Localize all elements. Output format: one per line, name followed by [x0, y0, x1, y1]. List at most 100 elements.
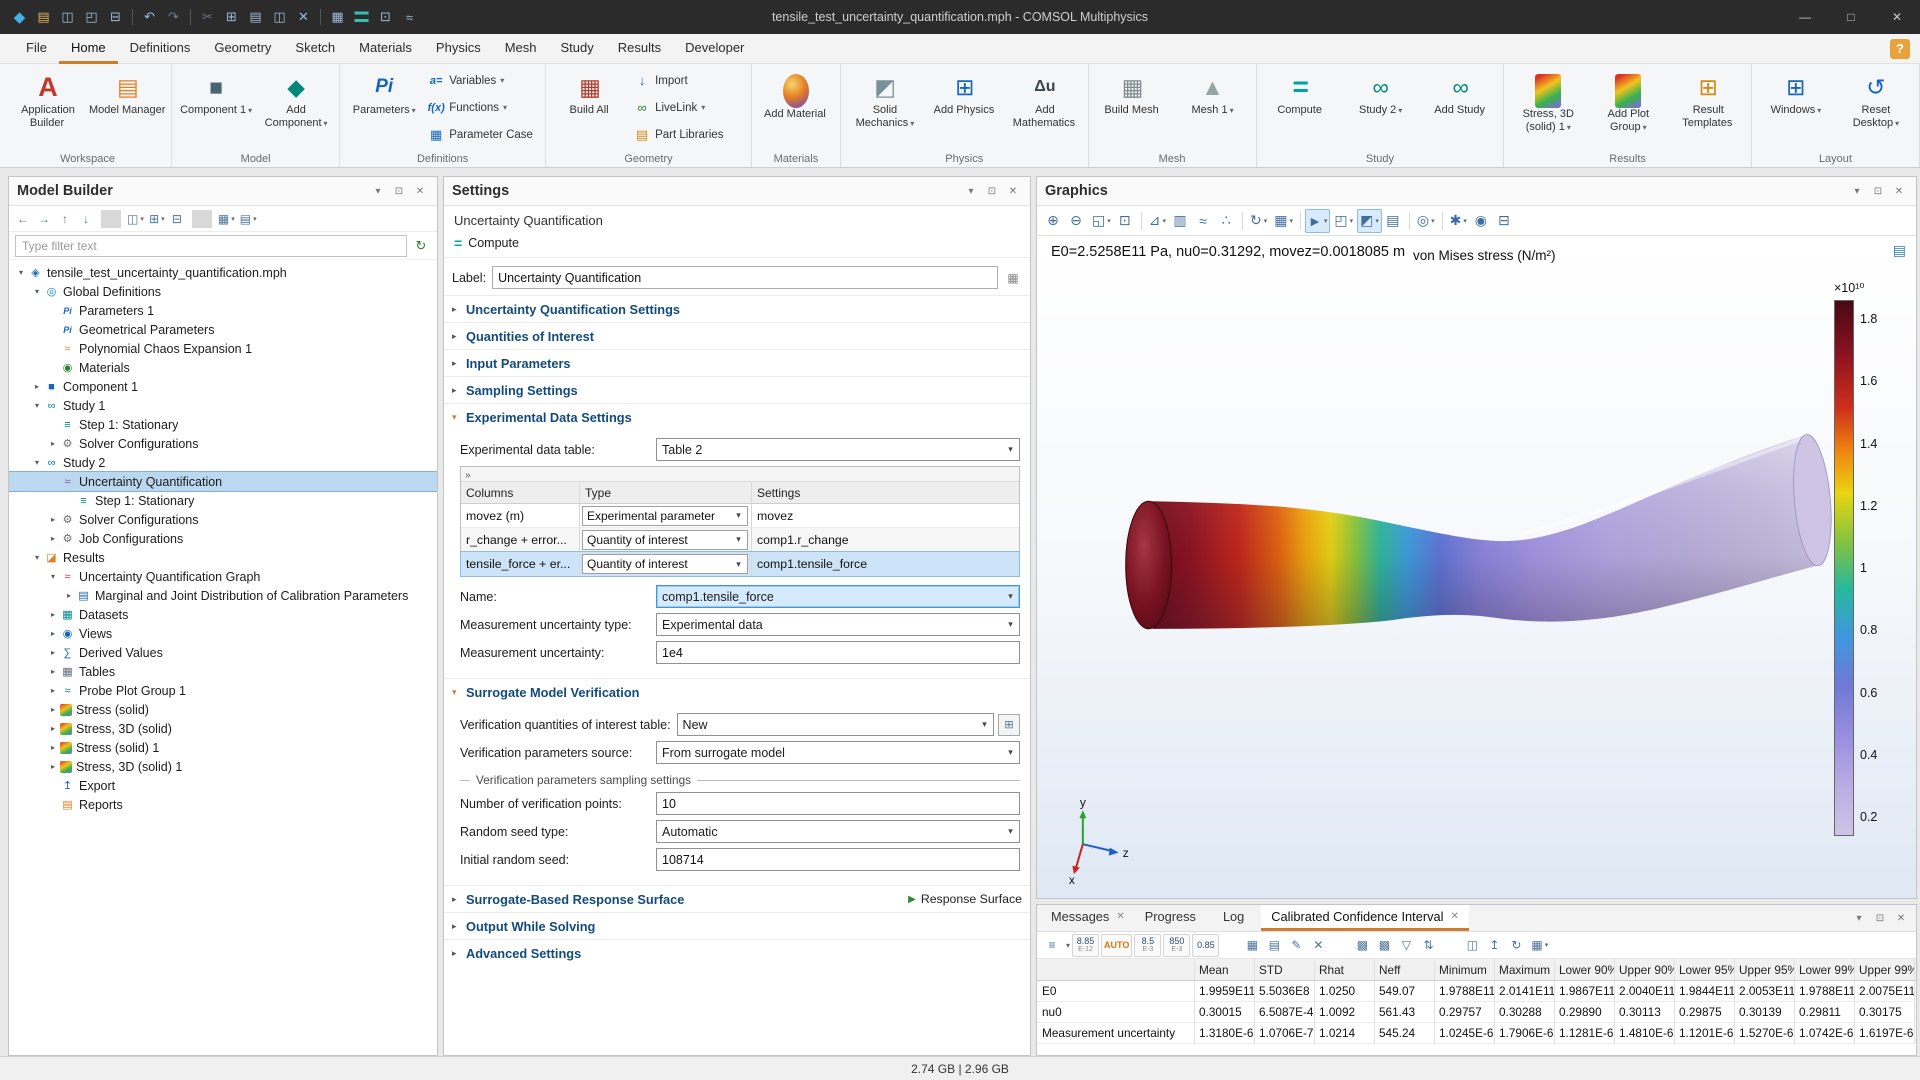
tree-item[interactable]: ≡ Step 1: Stationary: [9, 491, 437, 510]
tree-item[interactable]: ≡ Step 1: Stationary: [9, 415, 437, 434]
undo-icon[interactable]: ↶: [138, 5, 161, 29]
panel-float-icon[interactable]: ⊡: [1869, 182, 1887, 200]
tree-expand-arrow[interactable]: ▾: [31, 401, 43, 410]
tree-item[interactable]: ▸ ▤ Marginal and Joint Distribution of C…: [9, 586, 437, 605]
result-column-header[interactable]: Neff: [1375, 959, 1435, 980]
menu-item[interactable]: Geometry: [202, 34, 283, 64]
menu-item[interactable]: File: [14, 34, 59, 64]
redo-icon[interactable]: ↷: [162, 5, 185, 29]
tree-item[interactable]: ▾ ◪ Results: [9, 548, 437, 567]
import-button[interactable]: ↓ Import: [631, 67, 747, 94]
save-as-icon[interactable]: ◰: [80, 5, 103, 29]
move-down-icon[interactable]: ↓: [77, 209, 97, 229]
expand-all-icon[interactable]: ⊞▾: [147, 209, 167, 229]
back-icon[interactable]: ←: [14, 209, 34, 229]
tree-filter-input[interactable]: [15, 235, 407, 257]
sep[interactable]: [1442, 212, 1443, 230]
go-to-view-icon[interactable]: ⊿▾: [1146, 209, 1169, 233]
verification-table-select[interactable]: New: [677, 713, 994, 736]
precision-decimal-button[interactable]: 0.85: [1192, 934, 1219, 957]
result-table-row[interactable]: nu0 0.300156.5087E-41.0092561.430.297570…: [1037, 1002, 1916, 1023]
label-edit-icon[interactable]: ▦: [1004, 269, 1022, 287]
tree-expand-arrow[interactable]: ▸: [47, 743, 59, 752]
reset-desktop-button[interactable]: ↺ Reset Desktop▾: [1837, 67, 1915, 149]
seed-type-select[interactable]: Automatic: [656, 820, 1020, 843]
precision-auto-button[interactable]: AUTO: [1101, 934, 1132, 957]
zoom-box-icon[interactable]: ◱▾: [1089, 209, 1114, 233]
type-select[interactable]: Quantity of interest: [582, 554, 748, 574]
experimental-data-row[interactable]: movez (m) Experimental parameter movez: [461, 504, 1019, 528]
tree-item[interactable]: ▸ ∑ Derived Values: [9, 643, 437, 662]
visibility-icon[interactable]: ◎▾: [1414, 209, 1438, 233]
table-icon[interactable]: ▦: [1243, 935, 1263, 955]
uncertainty-type-select[interactable]: Experimental data: [656, 613, 1020, 636]
edit-icon[interactable]: ✎: [1287, 935, 1307, 955]
print-graphics-icon[interactable]: ⊟: [1494, 209, 1516, 233]
settings-section-header[interactable]: Quantities of Interest: [444, 322, 1030, 349]
add-mathematics-button[interactable]: Δu Add Mathematics: [1006, 67, 1084, 149]
table-settings-icon[interactable]: ▦▾: [1529, 935, 1550, 955]
sep[interactable]: [190, 9, 191, 25]
refresh-table-icon[interactable]: ↻: [1507, 935, 1527, 955]
settings-section-header[interactable]: Advanced Settings: [444, 939, 1030, 966]
forward-icon[interactable]: →: [35, 209, 55, 229]
model-settings-icon[interactable]: ▤▾: [238, 209, 259, 229]
show-options-icon[interactable]: ◫▾: [125, 209, 146, 229]
result-column-header[interactable]: Lower 95%: [1675, 959, 1735, 980]
tree-expand-arrow[interactable]: ▾: [15, 268, 27, 277]
tree-item[interactable]: ≈ Uncertainty Quantification: [9, 472, 437, 491]
close-button[interactable]: ✕: [1874, 0, 1920, 34]
tree-expand-arrow[interactable]: ▾: [31, 458, 43, 467]
compute-button[interactable]: = Compute: [1262, 67, 1340, 149]
refresh-filter-icon[interactable]: ↻: [411, 236, 431, 256]
tree-expand-arrow[interactable]: ▸: [47, 648, 59, 657]
settings-section-header[interactable]: Output While Solving: [444, 912, 1030, 939]
menu-item[interactable]: Materials: [347, 34, 424, 64]
tree-item[interactable]: ↥ Export: [9, 776, 437, 795]
panel-menu-icon[interactable]: ▾: [962, 182, 980, 200]
panel-close-icon[interactable]: ✕: [1892, 909, 1910, 927]
tree-expand-arrow[interactable]: ▸: [47, 705, 59, 714]
sep[interactable]: [1141, 212, 1142, 230]
tree-item[interactable]: ◉ Materials: [9, 358, 437, 377]
plot-line-icon[interactable]: ≈: [1193, 209, 1215, 233]
add-material-button[interactable]: Add Material: [757, 67, 835, 149]
scene-settings-icon[interactable]: ✱▾: [1447, 209, 1470, 233]
tree-item[interactable]: ▸ ▦ Tables: [9, 662, 437, 681]
select-mode-icon[interactable]: ►▾: [1305, 209, 1330, 233]
print-icon[interactable]: ⊟: [104, 5, 127, 29]
tree-item[interactable]: ▾ ≈ Uncertainty Quantification Graph: [9, 567, 437, 586]
tree-expand-arrow[interactable]: ▸: [47, 610, 59, 619]
tree-item[interactable]: ▸ ■ Component 1: [9, 377, 437, 396]
bottom-tab[interactable]: Calibrated Confidence Interval ✕: [1261, 905, 1469, 931]
menu-item[interactable]: Sketch: [283, 34, 347, 64]
panel-float-icon[interactable]: ⊡: [1871, 909, 1889, 927]
copy-icon[interactable]: ⊞: [220, 5, 243, 29]
snapshot-icon[interactable]: ◉: [1471, 209, 1493, 233]
parameter-case-button[interactable]: ▦ Parameter Case: [425, 121, 541, 148]
bottom-tab[interactable]: Progress: [1135, 905, 1213, 931]
result-column-header[interactable]: Lower 99%: [1795, 959, 1855, 980]
tree-expand-arrow[interactable]: ▸: [31, 382, 43, 391]
result-column-header[interactable]: Minimum: [1435, 959, 1495, 980]
duplicate-icon[interactable]: ◫: [268, 5, 291, 29]
seed-input[interactable]: [656, 848, 1020, 871]
type-select[interactable]: Experimental parameter: [582, 506, 748, 526]
tree-expand-arrow[interactable]: ▸: [63, 591, 75, 600]
plot-window-icon[interactable]: ▤: [1893, 242, 1906, 259]
add-physics-button[interactable]: ⊞ Add Physics: [926, 67, 1004, 149]
maximize-button[interactable]: □: [1828, 0, 1874, 34]
table-list-icon[interactable]: ≡: [1042, 935, 1062, 955]
windows-button[interactable]: ⊞ Windows▾: [1757, 67, 1835, 149]
tensile-specimen-plot[interactable]: y z x: [1037, 236, 1916, 898]
delete-icon[interactable]: ✕: [292, 5, 315, 29]
tree-expand-arrow[interactable]: ▸: [47, 686, 59, 695]
copy-table-icon[interactable]: ◫: [1463, 935, 1483, 955]
color-cell-purple-icon[interactable]: ▩: [1375, 935, 1395, 955]
sep[interactable]: [192, 210, 212, 228]
experimental-data-row[interactable]: tensile_force + er... Quantity of intere…: [461, 552, 1019, 576]
settings-compute-button[interactable]: Compute: [468, 236, 519, 250]
tree-expand-arrow[interactable]: ▾: [31, 287, 43, 296]
response-surface-button[interactable]: ▶Response Surface: [908, 892, 1022, 906]
tab-close-icon[interactable]: ✕: [1450, 911, 1458, 922]
